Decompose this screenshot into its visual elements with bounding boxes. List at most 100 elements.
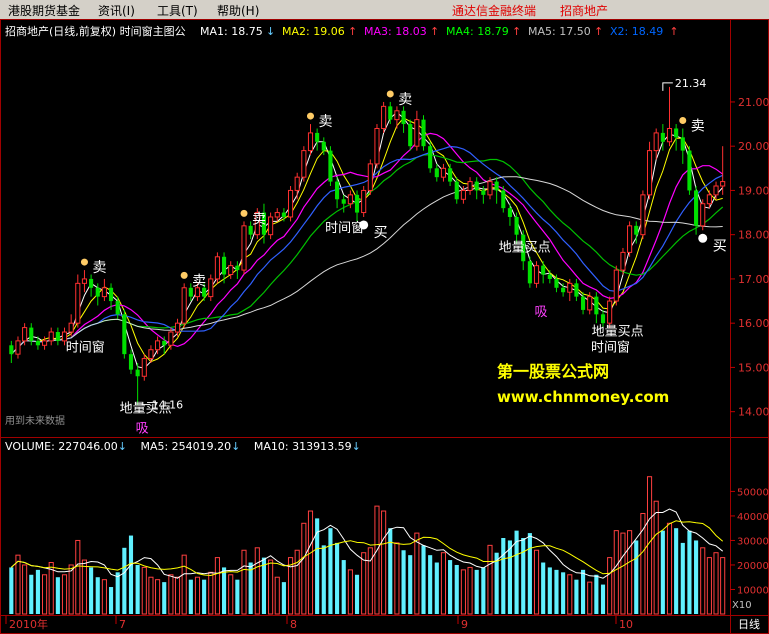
volume-bar bbox=[81, 559, 88, 615]
candle-body bbox=[687, 150, 692, 191]
candle-body bbox=[627, 225, 633, 253]
candle-body bbox=[401, 110, 406, 125]
candle-body bbox=[494, 181, 499, 191]
sell-signal-icon bbox=[679, 116, 687, 124]
menu-item-info[interactable]: 资讯(I) bbox=[98, 2, 135, 19]
volume-bar bbox=[680, 542, 685, 614]
volume-bar bbox=[75, 539, 81, 615]
volume-bar bbox=[620, 532, 626, 615]
candle-body bbox=[335, 181, 340, 200]
candle-body bbox=[89, 278, 94, 288]
menu-item-hk-futures[interactable]: 港股期货基金 bbox=[8, 2, 80, 19]
volume-bar bbox=[274, 576, 280, 615]
volume-bars bbox=[9, 476, 726, 615]
ma-legend-item: MA3: 18.03 bbox=[364, 25, 427, 38]
ma-legend-arrow: ↑ bbox=[348, 25, 357, 38]
candle-body bbox=[281, 212, 286, 217]
watermark-url: www.chnmoney.com bbox=[497, 388, 669, 406]
candle-body bbox=[460, 189, 466, 200]
volume-bar bbox=[607, 557, 613, 615]
candle-body bbox=[274, 212, 280, 218]
ground-buy-label: 地量买点 bbox=[499, 241, 551, 256]
candle-body bbox=[15, 340, 21, 355]
volume-bar bbox=[122, 547, 127, 614]
candle-body bbox=[328, 150, 333, 182]
sell-signal-label: 卖 bbox=[252, 211, 266, 227]
candlestick-series bbox=[9, 86, 726, 405]
stock-chart: 14.00 15.00 16.00 17.00 18.00 19.00 20.00 21.00… bbox=[0, 19, 769, 634]
candle-body bbox=[22, 327, 28, 342]
volume-bar bbox=[501, 538, 506, 614]
volume-bar bbox=[128, 535, 134, 614]
volume-tick-label: 10000 bbox=[737, 585, 769, 596]
volume-bar bbox=[361, 552, 367, 615]
menu-item-help[interactable]: 帮助(H) bbox=[217, 2, 259, 19]
volume-bar bbox=[108, 587, 114, 614]
candle-body bbox=[294, 176, 300, 191]
candle-body bbox=[95, 287, 100, 297]
chart-title: 招商地产(日线,前复权) 时间窗主图公 bbox=[5, 24, 186, 38]
candle-body bbox=[35, 340, 40, 346]
candle-body bbox=[674, 128, 679, 138]
ma-legend-item: MA1: 18.75 bbox=[200, 25, 263, 38]
volume-tick-label: 30000 bbox=[737, 536, 769, 547]
volume-bar bbox=[460, 569, 466, 615]
candle-body bbox=[81, 278, 88, 284]
menu-item-tools[interactable]: 工具(T) bbox=[157, 2, 198, 19]
volume-bar bbox=[547, 567, 552, 614]
ma-legend-arrow: ↑ bbox=[594, 25, 603, 38]
candle-body bbox=[155, 340, 161, 351]
volume-bar bbox=[587, 581, 593, 615]
candle-body bbox=[48, 331, 54, 342]
price-axis: 14.00 15.00 16.00 17.00 18.00 19.00 20.00 21.00 bbox=[730, 96, 769, 419]
candle-body bbox=[388, 106, 393, 120]
volume-bar bbox=[155, 579, 161, 615]
candle-body bbox=[55, 332, 60, 341]
candle-body bbox=[700, 203, 706, 227]
ma-legend-arrow: ↓ bbox=[266, 25, 275, 38]
candle-body bbox=[694, 190, 699, 226]
volume-bar bbox=[521, 538, 526, 614]
volume-bar bbox=[527, 533, 532, 614]
candle-body bbox=[567, 282, 573, 293]
volume-bar bbox=[541, 562, 546, 614]
sell-signal-icon bbox=[240, 209, 248, 217]
volume-bar bbox=[653, 500, 659, 615]
volume-bar bbox=[261, 557, 267, 614]
link-tdx-terminal[interactable]: 通达信金融终端 bbox=[452, 2, 536, 19]
sell-signal-label: 卖 bbox=[691, 118, 705, 134]
candle-body bbox=[613, 269, 619, 302]
candle-body bbox=[287, 189, 294, 218]
candle-body bbox=[660, 132, 665, 142]
volume-bar bbox=[307, 510, 314, 615]
volume-bar bbox=[294, 549, 300, 615]
high-price-pointer bbox=[662, 82, 673, 91]
candle-body bbox=[214, 256, 220, 280]
volume-bar bbox=[188, 579, 193, 614]
candle-body bbox=[347, 194, 353, 205]
volume-bar bbox=[706, 557, 712, 615]
high-price-label: 21.34 bbox=[675, 77, 707, 90]
candle-body bbox=[168, 331, 174, 346]
volume-bar bbox=[481, 567, 486, 614]
candle-body bbox=[174, 322, 181, 333]
candle-body bbox=[541, 265, 546, 275]
volume-bar bbox=[388, 528, 393, 614]
low-price-label: 14.16 bbox=[152, 399, 184, 412]
volume-bar bbox=[208, 571, 214, 615]
candle-body bbox=[514, 216, 519, 235]
ma-legend-arrow: ↑ bbox=[669, 25, 678, 38]
ma-legend-item: MA5: 17.50 bbox=[528, 25, 591, 38]
link-stock-name[interactable]: 招商地产 bbox=[560, 2, 608, 19]
volume-bar bbox=[235, 579, 240, 614]
candle-body bbox=[428, 146, 433, 169]
candle-body bbox=[634, 225, 639, 235]
volume-bar bbox=[374, 505, 380, 615]
volume-bar bbox=[467, 566, 473, 615]
price-tick-label: 19.00 bbox=[738, 184, 769, 197]
candle-body bbox=[646, 150, 653, 196]
candle-body bbox=[607, 300, 613, 324]
volume-bar bbox=[95, 577, 100, 614]
candle-body bbox=[68, 322, 74, 333]
volume-bar bbox=[115, 572, 120, 614]
